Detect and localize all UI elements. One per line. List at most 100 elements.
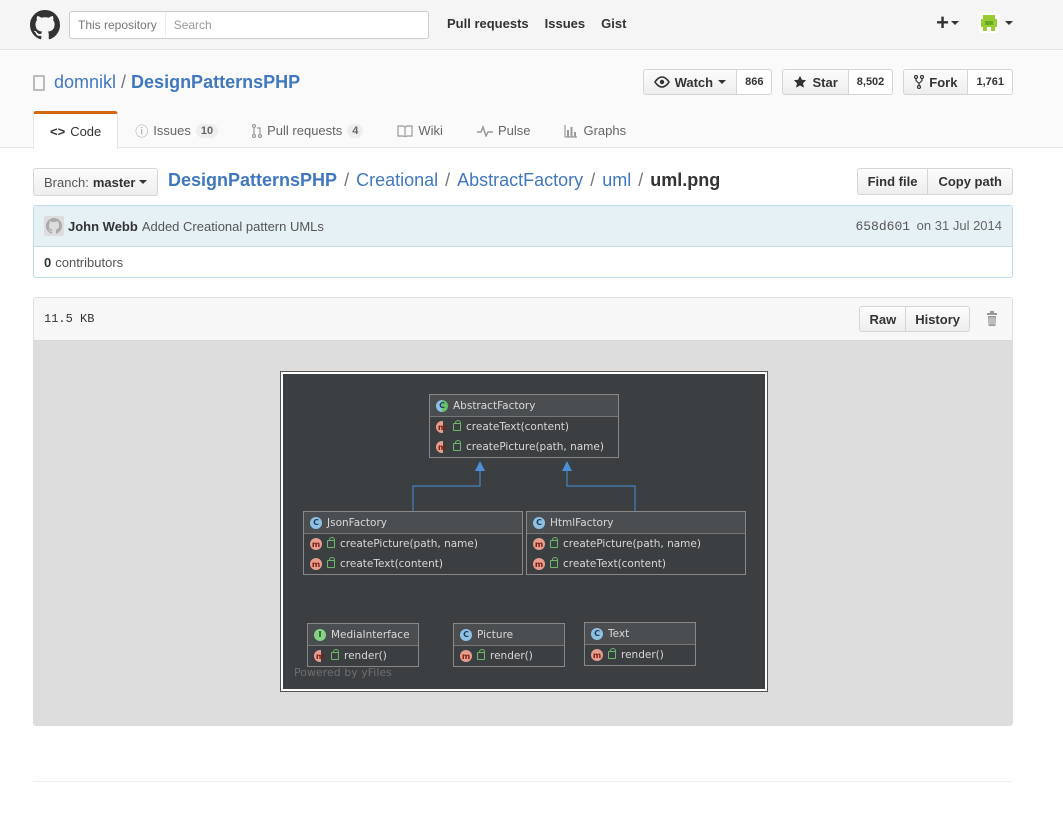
repo-owner-link[interactable]: domnikl [54,72,116,93]
uml-class-header: C Text [585,623,695,645]
branch-name: master [92,174,136,190]
file-size: 11.5 KB [44,312,95,326]
nav-gist[interactable]: Gist [601,16,626,31]
breadcrumb-root-link[interactable]: DesignPatternsPHP [168,170,337,191]
star-count[interactable]: 8,502 [848,69,894,95]
uml-method: m createText(content) [304,554,522,574]
avatar[interactable] [44,216,64,236]
pull-requests-count-badge: 4 [347,123,364,138]
uml-diagram-image: C AbstractFactory m createText(content) … [280,371,768,692]
uml-method-name: createPicture(path, name) [563,538,701,550]
contributors-row[interactable]: 0 contributors [34,247,1012,277]
public-lock-icon [608,648,616,659]
commit-sha-link[interactable]: 658d601 [855,219,910,234]
tab-wiki-label: Wiki [418,123,443,138]
tab-pulse[interactable]: Pulse [460,111,548,149]
plus-icon: + [936,10,949,35]
search-box: This repository [69,11,429,39]
abstract-method-icon: m [436,421,448,433]
new-menu-button[interactable]: + [936,10,959,35]
uml-method: m createPicture(path, name) [527,534,745,554]
uml-method-name: createText(content) [466,421,569,433]
eye-icon [653,76,670,88]
issues-count-badge: 10 [195,123,219,138]
commit-author-link[interactable]: John Webb [68,219,138,234]
watch-label: Watch [674,74,714,90]
raw-button[interactable]: Raw [859,306,907,332]
code-icon: <> [50,124,66,139]
contributors-count: 0 [44,254,52,270]
star-label: Star [812,74,838,90]
breadcrumb-separator: / [344,170,350,190]
issue-opened-icon: ⓘ [135,124,149,139]
fork-button[interactable]: Fork [903,69,969,95]
nav-issues[interactable]: Issues [545,16,585,31]
uml-method: m createPicture(path, name) [430,437,618,457]
uml-class-header: C Picture [454,624,564,646]
github-logo-icon[interactable] [30,10,60,40]
commit-message-link[interactable]: Added Creational pattern UMLs [142,219,324,234]
uml-class-header: I MediaInterface [308,624,418,646]
branch-select-button[interactable]: Branch: master [33,168,159,196]
nav-pull-requests[interactable]: Pull requests [447,16,529,31]
user-menu-button[interactable] [979,13,1013,33]
breadcrumb-filename: uml.png [650,170,721,190]
tab-graphs[interactable]: Graphs [547,111,643,149]
tab-wiki[interactable]: Wiki [380,111,460,149]
file-nav-buttons: Find file Copy path [856,168,1013,195]
public-lock-icon [327,537,335,548]
uml-class-name: AbstractFactory [453,399,536,412]
repo-name-link[interactable]: DesignPatternsPHP [131,72,300,93]
file-header: 11.5 KB Raw History [34,298,1012,341]
abstract-method-icon: m [314,650,326,662]
image-container: C AbstractFactory m createText(content) … [34,341,1012,725]
public-lock-icon [453,440,461,451]
history-button[interactable]: History [906,306,970,332]
tab-pull-requests-label: Pull requests [267,123,343,138]
public-lock-icon [550,557,558,568]
chevron-down-icon [951,21,959,25]
tab-issues[interactable]: ⓘ Issues 10 [118,111,235,149]
uml-method-name: createPicture(path, name) [466,441,604,453]
breadcrumb-link[interactable]: AbstractFactory [457,170,583,191]
uml-class-header: C JsonFactory [304,512,522,534]
fork-group: Fork 1,761 [903,69,1013,95]
repo-icon [33,74,45,91]
repo-nav: <> Code ⓘ Issues 10 Pull requests 4 Wiki [33,111,643,149]
header-user-menu: + [936,10,1013,35]
search-scope-label: This repository [70,12,166,38]
commit-date-prefix: on [916,218,932,233]
pulse-icon [476,124,493,137]
search-input[interactable] [165,13,406,37]
abstract-method-icon: m [436,441,448,453]
uml-method-name: createText(content) [340,558,443,570]
uml-class-text: C Text m render() [584,622,696,666]
trash-icon[interactable] [982,309,1002,329]
tab-pulse-label: Pulse [497,123,531,138]
breadcrumb-link[interactable]: uml [602,170,631,191]
repo-actions: Watch 866 Star 8,502 Fork 1,761 [642,69,1013,95]
star-button[interactable]: Star [782,69,849,95]
fork-count[interactable]: 1,761 [968,69,1013,95]
file-actions: Raw History [859,306,1002,332]
interface-icon: I [314,628,326,641]
uml-watermark: Powered by yFiles [294,666,392,679]
repo-title-separator: / [121,72,127,92]
chevron-down-icon [718,80,727,84]
uml-class-name: MediaInterface [331,628,410,641]
github-octocat-icon [46,218,62,234]
tab-pull-requests[interactable]: Pull requests 4 [235,111,380,149]
tab-code[interactable]: <> Code [33,111,119,149]
top-nav: Pull requests Issues Gist [447,16,626,31]
find-file-button[interactable]: Find file [856,168,929,195]
fork-label: Fork [929,74,958,90]
watch-count[interactable]: 866 [737,69,773,95]
uml-method: m render() [585,645,695,665]
watch-button[interactable]: Watch [642,69,738,95]
uml-method-name: createText(content) [563,558,666,570]
branch-prefix: Branch: [44,174,89,190]
uml-method: m render() [308,646,418,666]
copy-path-button[interactable]: Copy path [928,168,1013,195]
breadcrumb-link[interactable]: Creational [356,170,438,191]
graph-icon [564,124,578,138]
